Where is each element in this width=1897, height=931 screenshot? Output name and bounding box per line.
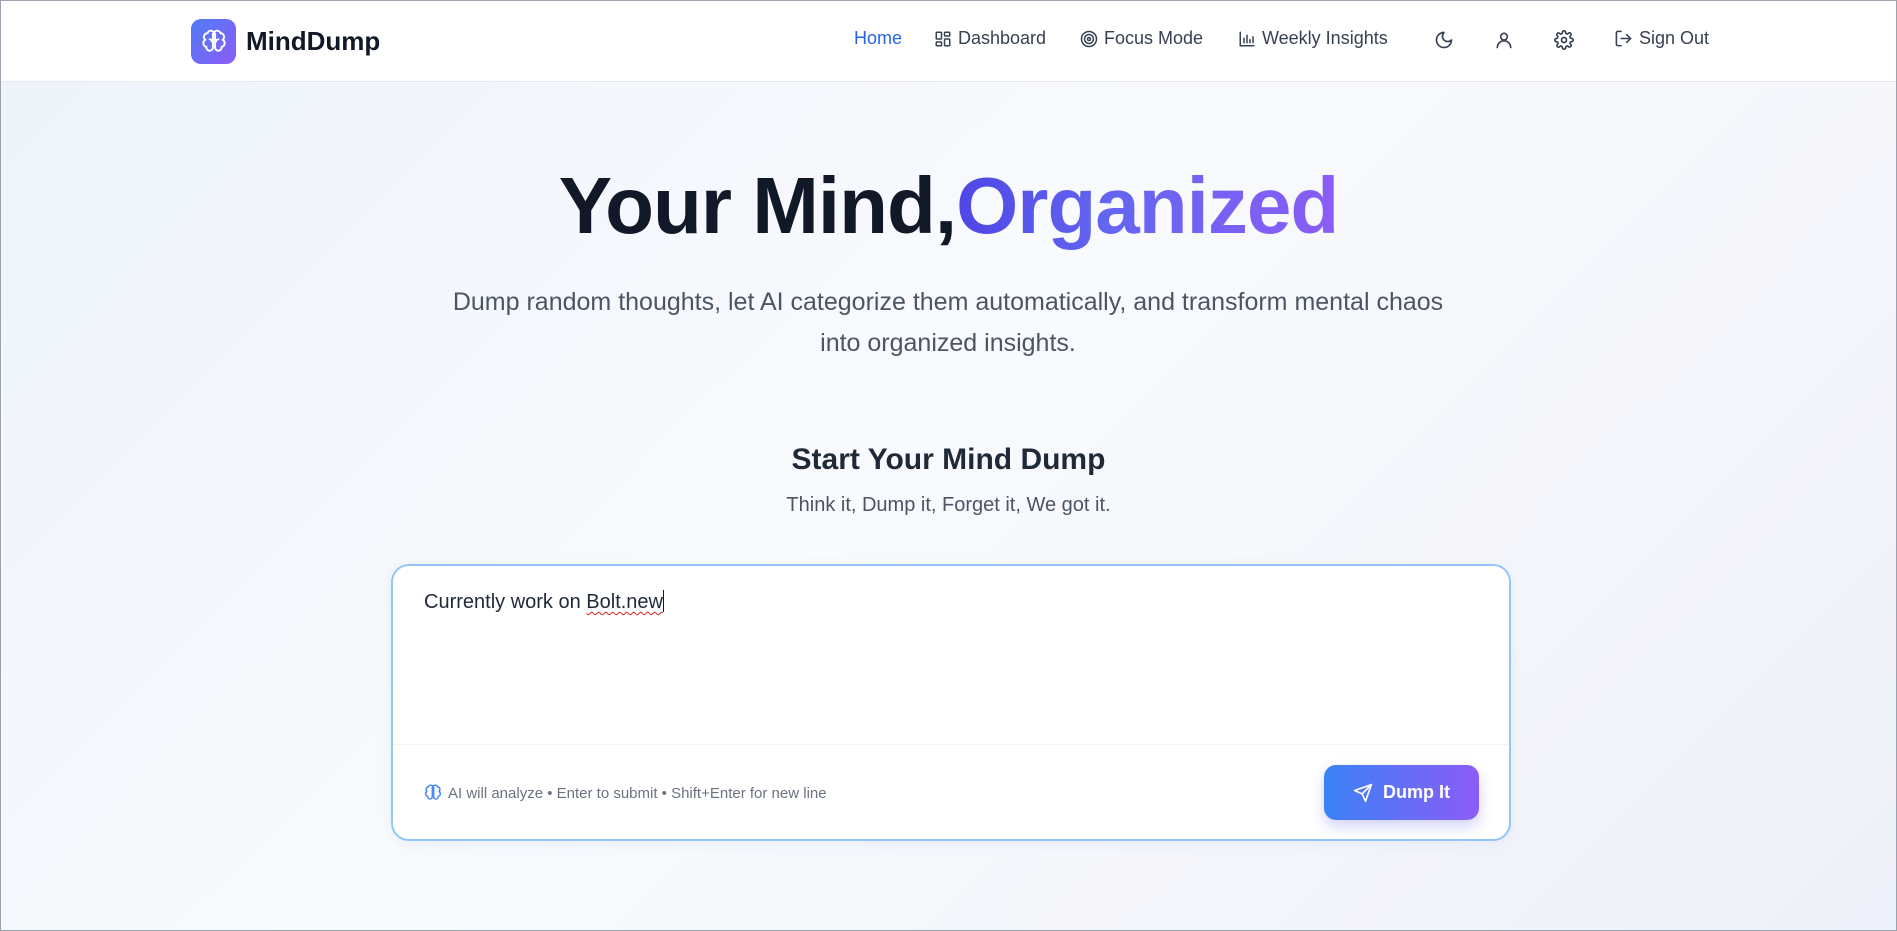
sign-out-icon [1615, 30, 1632, 47]
dump-section-subtitle: Think it, Dump it, Forget it, We got it. [786, 494, 1111, 516]
dashboard-icon [935, 31, 951, 46]
nav-weekly-insights[interactable]: Weekly Insights [1238, 28, 1388, 49]
input-text-prefix: Currently work on [424, 591, 587, 613]
nav-focus-mode[interactable]: Focus Mode [1080, 28, 1203, 49]
nav-dashboard[interactable]: Dashboard [934, 28, 1046, 49]
settings-button[interactable] [1552, 28, 1576, 52]
input-text-misspelled: Bolt.new [586, 591, 663, 613]
hero-subtitle: Dump random thoughts, let AI categorize … [452, 288, 1444, 357]
nav-focus-mode-label: Focus Mode [1104, 28, 1204, 48]
main-nav: Home Dashboard Focus Mode Weekly Insight… [0, 0, 1897, 82]
dump-it-label: Dump It [1383, 782, 1450, 802]
card-divider [393, 744, 1509, 745]
nav-home[interactable]: Home [854, 28, 902, 49]
bar-chart-icon [1239, 31, 1255, 46]
text-caret [663, 590, 664, 612]
input-hint-text: AI will analyze • Enter to submit • Shif… [448, 784, 827, 802]
dump-it-button[interactable]: Dump It [1324, 765, 1479, 820]
theme-toggle-button[interactable] [1432, 28, 1456, 52]
sign-out-button[interactable]: Sign Out [1614, 28, 1709, 49]
mind-dump-card: Currently work on Bolt.new AI will analy… [391, 564, 1511, 841]
dump-section-title: Start Your Mind Dump [791, 443, 1106, 476]
moon-icon [1435, 31, 1453, 49]
send-icon [1353, 783, 1373, 802]
mind-dump-input-text: Currently work on Bolt.new [424, 590, 664, 614]
nav-weekly-insights-label: Weekly Insights [1262, 28, 1388, 48]
hero-title: Your Mind,Organized [0, 160, 1897, 252]
nav-home-label: Home [854, 28, 903, 48]
input-hint: AI will analyze • Enter to submit • Shif… [424, 784, 827, 802]
hero-title-plain: Your Mind, [558, 161, 957, 250]
nav-dashboard-label: Dashboard [958, 28, 1047, 48]
user-icon [1496, 32, 1512, 49]
hero-title-accent: Organized [956, 161, 1339, 250]
profile-button[interactable] [1492, 28, 1516, 52]
top-navbar: MindDump Home Dashboard Focus Mode Weekl… [0, 0, 1897, 82]
target-icon [1080, 30, 1098, 47]
brain-icon [424, 784, 442, 800]
gear-icon [1554, 30, 1574, 50]
sign-out-label: Sign Out [1639, 28, 1710, 48]
